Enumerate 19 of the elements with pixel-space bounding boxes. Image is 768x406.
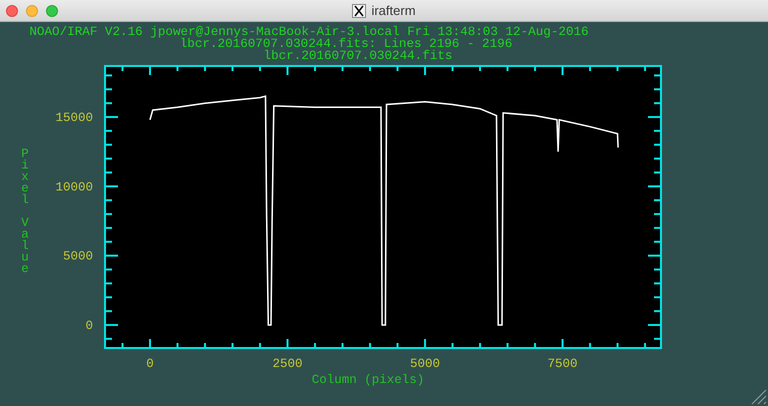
x-tick-label: 5000 xyxy=(410,357,440,371)
resize-grip-icon[interactable] xyxy=(752,390,766,404)
minimize-button[interactable] xyxy=(26,4,38,16)
x-tick-label: 0 xyxy=(146,357,154,371)
y-axis-label: Pixel Value xyxy=(21,147,29,276)
header-text: lbcr.20160707.030244.fits: Lines 2196 - 2196 xyxy=(180,37,512,51)
x-tick-label: 2500 xyxy=(272,357,303,371)
header-text: NOAO/IRAF V2.16 jpower@Jennys-MacBook-Air-3.local Fri 13:48:03 12-Aug-2016 xyxy=(29,25,589,39)
x-axis-label: Column (pixels) xyxy=(312,373,424,387)
y-tick-label: 5000 xyxy=(62,250,93,264)
y-tick-label: 10000 xyxy=(55,180,93,194)
plot-title: lbcr.20160707.030244.fits xyxy=(264,49,452,63)
x-logo-icon xyxy=(352,4,366,18)
x-tick-label: 7500 xyxy=(548,357,578,371)
y-tick-label: 0 xyxy=(85,318,93,333)
window-title: irafterm xyxy=(371,3,416,18)
y-tick-label: 15000 xyxy=(55,111,93,126)
zoom-button[interactable] xyxy=(46,4,58,16)
close-button[interactable] xyxy=(6,4,18,16)
